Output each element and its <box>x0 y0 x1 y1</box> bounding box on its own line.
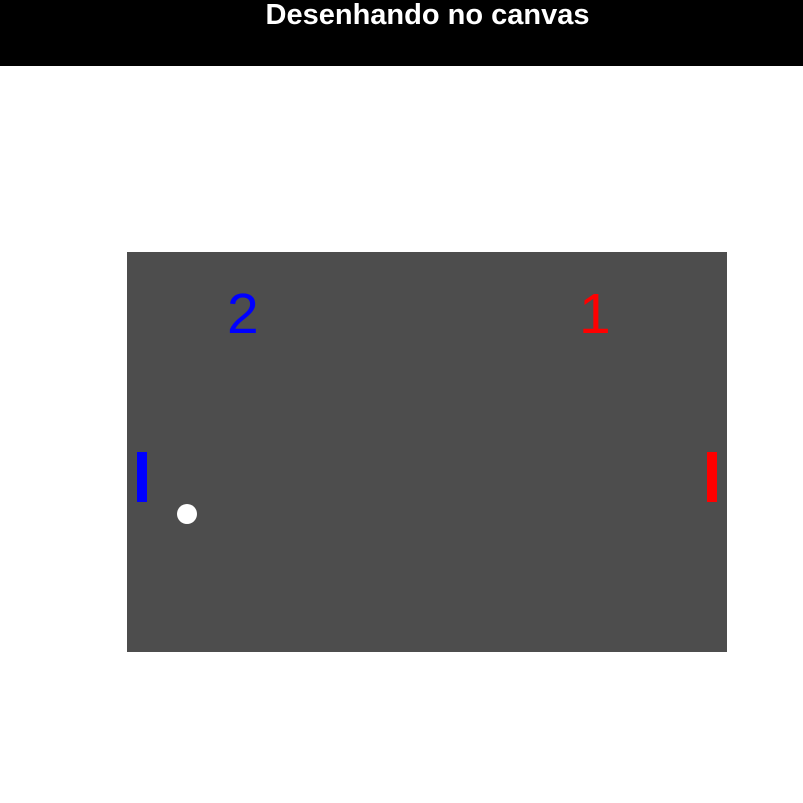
left-paddle[interactable] <box>137 452 147 502</box>
left-player-score: 2 <box>227 282 259 346</box>
page-header: Desenhando no canvas <box>0 0 803 66</box>
ball <box>177 504 197 524</box>
right-player-score: 1 <box>579 282 611 346</box>
page-title: Desenhando no canvas <box>265 0 590 31</box>
game-canvas[interactable]: 2 1 <box>127 252 727 652</box>
right-paddle[interactable] <box>707 452 717 502</box>
